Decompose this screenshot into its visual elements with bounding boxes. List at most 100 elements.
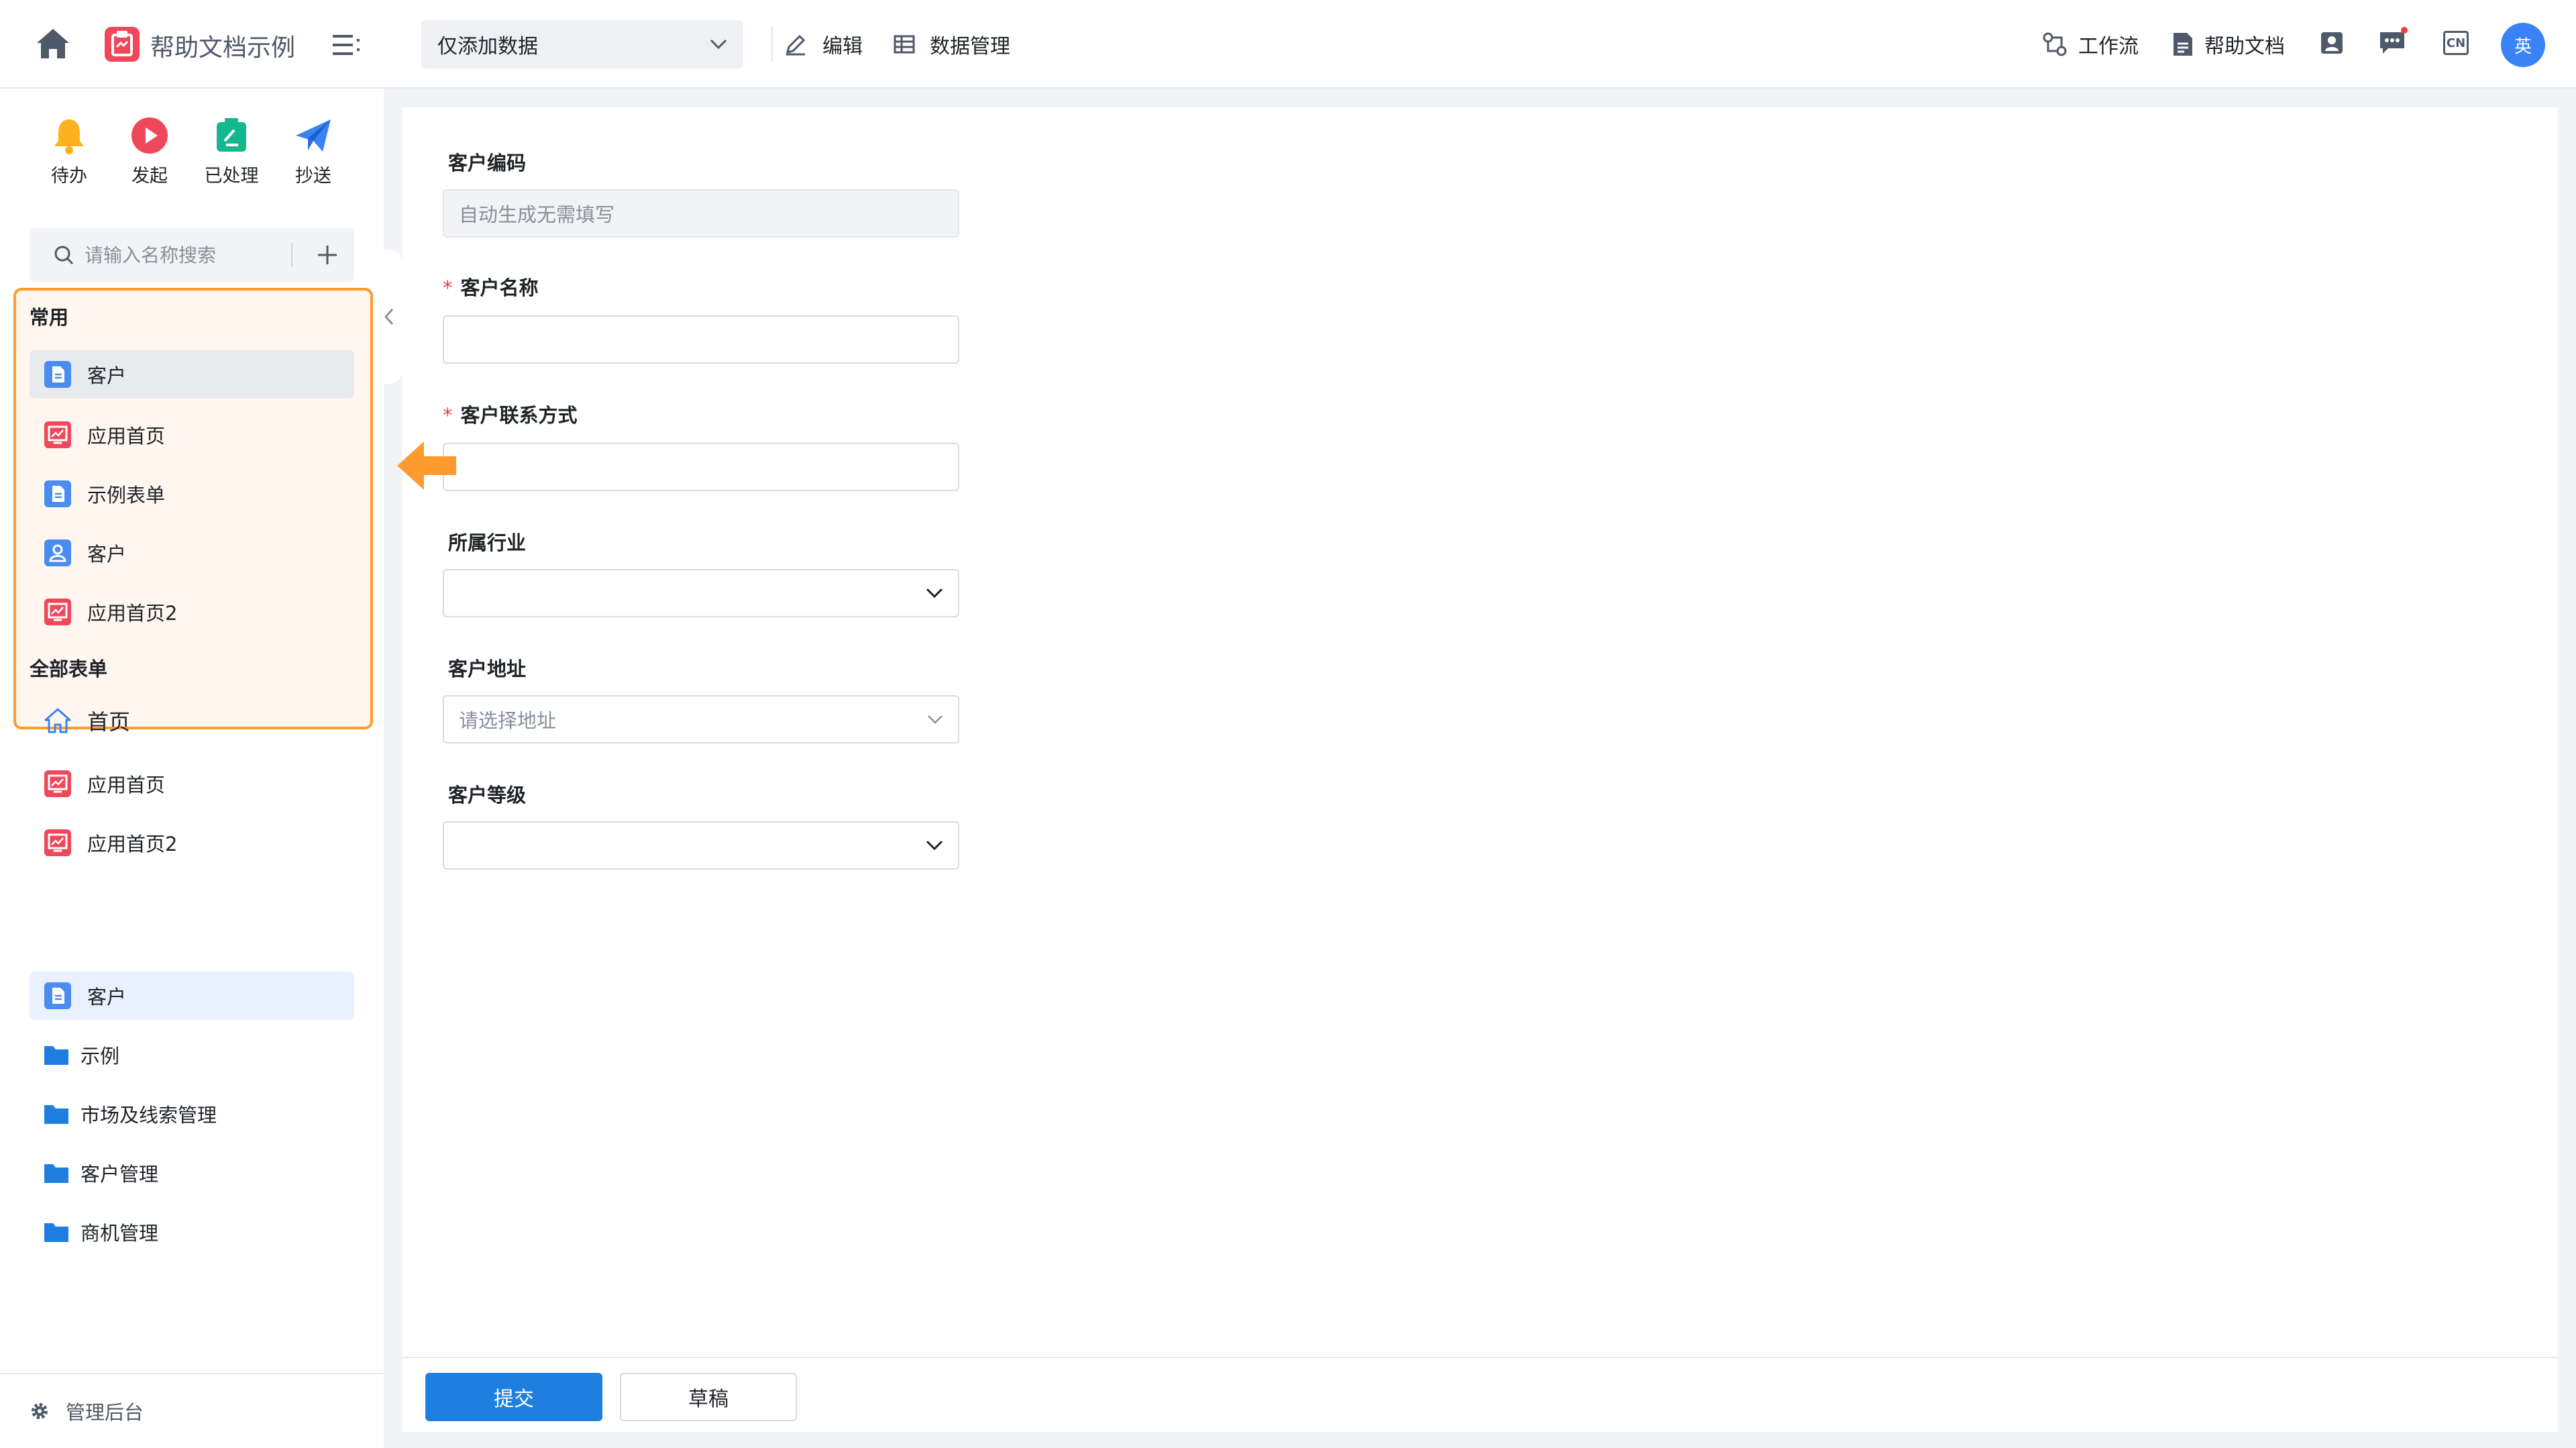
folder-icon <box>44 1046 68 1065</box>
field-label-customer-name: * 客户名称 <box>443 276 539 299</box>
customer-level-select[interactable] <box>443 821 959 870</box>
favorite-item-label: 示例表单 <box>87 484 166 507</box>
form-action-bar: 提交 草稿 <box>402 1357 2557 1432</box>
top-bar: 帮助文档示例 仅添加数据 编辑 数据管理 工作流 帮助文档 CN 英 <box>0 0 2576 89</box>
dashboard-icon <box>44 829 71 856</box>
send-icon <box>296 119 331 152</box>
folder-icon <box>44 1105 68 1124</box>
language-button[interactable]: CN <box>2443 31 2469 55</box>
nav-folder-opportunity-mgmt[interactable]: 商机管理 <box>30 1208 354 1256</box>
sidebar: 待办 发起 已处理 抄送 常用 客户 应用首页 示例表单 客户 应用首页2 <box>0 89 384 1448</box>
customer-code-value: 自动生成无需填写 <box>459 203 615 226</box>
customer-contact-input[interactable] <box>443 443 959 491</box>
favorite-item-app-home[interactable]: 应用首页 <box>30 411 354 459</box>
folder-icon <box>44 1223 68 1242</box>
form-mode-select[interactable]: 仅添加数据 <box>421 20 743 68</box>
favorite-item-sample-form[interactable]: 示例表单 <box>30 470 354 518</box>
search-icon <box>54 246 74 265</box>
nav-folder-marketing[interactable]: 市场及线索管理 <box>30 1090 354 1138</box>
help-doc-label: 帮助文档 <box>2204 35 2285 58</box>
customer-code-input: 自动生成无需填写 <box>443 189 959 238</box>
divider <box>291 243 292 267</box>
form-doc-icon <box>44 480 71 507</box>
nav-folder-label: 市场及线索管理 <box>80 1104 217 1127</box>
field-label-address: 客户地址 <box>448 658 527 680</box>
search-input[interactable] <box>83 243 287 267</box>
nav-folder-example[interactable]: 示例 <box>30 1031 354 1079</box>
language-badge: CN <box>2443 31 2469 55</box>
form-card: 客户编码 自动生成无需填写 * 客户名称 * 客户联系方式 所属行业 客户地址 请选… <box>402 107 2557 1357</box>
user-form-icon <box>44 539 71 566</box>
nav-folder-label: 商机管理 <box>80 1222 159 1245</box>
home-outline-icon <box>44 708 71 733</box>
divider <box>771 27 773 62</box>
form-doc-icon <box>44 982 71 1009</box>
help-doc-button[interactable]: 帮助文档 <box>2172 30 2285 59</box>
address-placeholder: 请选择地址 <box>459 709 557 732</box>
folder-icon <box>44 1164 68 1183</box>
quick-cc[interactable]: 抄送 <box>276 115 350 187</box>
favorite-item-label: 应用首页2 <box>87 602 178 625</box>
customer-name-input[interactable] <box>443 315 959 364</box>
all-forms-title: 全部表单 <box>30 658 108 680</box>
address-select[interactable]: 请选择地址 <box>443 695 959 743</box>
search-box <box>30 228 354 282</box>
favorite-item-app-home-2[interactable]: 应用首页2 <box>30 588 354 636</box>
document-icon <box>2174 33 2192 56</box>
table-icon <box>894 35 915 54</box>
favorite-item-customer[interactable]: 客户 <box>30 350 354 399</box>
nav-item-customer[interactable]: 客户 <box>30 972 354 1020</box>
nav-item-label: 应用首页2 <box>87 833 178 856</box>
pencil-icon <box>786 34 806 56</box>
favorites-title: 常用 <box>30 306 69 329</box>
add-icon[interactable] <box>311 239 343 271</box>
nav-item-home[interactable]: 首页 <box>30 696 354 745</box>
industry-select[interactable] <box>443 569 959 617</box>
play-icon <box>131 117 168 154</box>
nav-folder-label: 客户管理 <box>80 1163 159 1186</box>
dashboard-icon <box>44 421 71 448</box>
admin-console-label: 管理后台 <box>66 1401 144 1424</box>
quick-processed[interactable]: 已处理 <box>195 115 268 187</box>
app-logo-icon <box>103 24 141 63</box>
quick-processed-label: 已处理 <box>204 166 259 187</box>
nav-item-label: 客户 <box>87 986 127 1009</box>
nav-item-label: 首页 <box>87 709 131 735</box>
menu-toggle-icon[interactable] <box>333 34 362 56</box>
nav-folder-label: 示例 <box>80 1045 120 1068</box>
sidebar-collapse-button[interactable] <box>376 250 402 384</box>
dashboard-icon <box>44 599 71 625</box>
chevron-down-icon <box>710 39 727 50</box>
message-icon[interactable] <box>2379 27 2408 56</box>
chevron-left-icon <box>384 308 394 325</box>
workflow-button[interactable]: 工作流 <box>2042 30 2139 59</box>
avatar[interactable]: 英 <box>2501 23 2545 67</box>
form-doc-icon <box>44 361 71 388</box>
draft-button[interactable]: 草稿 <box>620 1373 797 1421</box>
nav-item-app-home[interactable]: 应用首页 <box>30 760 354 808</box>
favorite-item-label: 应用首页 <box>87 425 166 448</box>
quick-initiate-label: 发起 <box>131 166 168 187</box>
data-management-label: 数据管理 <box>930 35 1010 58</box>
field-label-customer-level: 客户等级 <box>448 784 527 807</box>
admin-console-link[interactable]: 管理后台 <box>0 1373 384 1448</box>
nav-item-app-home-2[interactable]: 应用首页2 <box>30 819 354 867</box>
dashboard-icon <box>44 770 71 797</box>
chevron-down-icon <box>928 715 943 724</box>
quick-cc-label: 抄送 <box>295 166 331 187</box>
submit-button[interactable]: 提交 <box>425 1373 602 1421</box>
home-icon[interactable] <box>35 27 71 60</box>
app-title: 帮助文档示例 <box>150 34 296 62</box>
pointer-arrow-icon <box>397 442 456 490</box>
data-management-button[interactable]: 数据管理 <box>892 30 1010 59</box>
nav-item-label: 应用首页 <box>87 774 166 796</box>
quick-initiate[interactable]: 发起 <box>113 115 186 187</box>
favorite-item-customer-2[interactable]: 客户 <box>30 529 354 577</box>
form-mode-value: 仅添加数据 <box>437 35 538 58</box>
nav-folder-customer-mgmt[interactable]: 客户管理 <box>30 1149 354 1197</box>
quick-todo[interactable]: 待办 <box>32 115 106 187</box>
edit-button[interactable]: 编辑 <box>784 30 863 59</box>
chevron-down-icon <box>926 840 943 851</box>
contacts-icon[interactable] <box>2320 31 2344 55</box>
favorite-item-label: 客户 <box>87 543 127 566</box>
